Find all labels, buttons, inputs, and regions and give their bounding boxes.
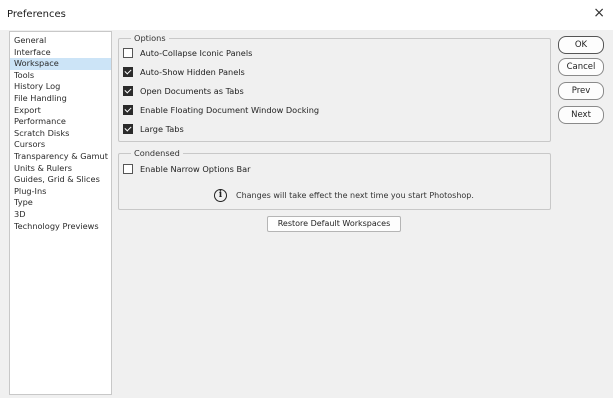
prev-button[interactable]: Prev bbox=[558, 82, 604, 100]
sidebar-item-scratch-disks[interactable]: Scratch Disks bbox=[10, 128, 111, 140]
sidebar-item-type[interactable]: Type bbox=[10, 197, 111, 209]
checkbox[interactable] bbox=[123, 105, 133, 115]
sidebar-item-3d[interactable]: 3D bbox=[10, 209, 111, 221]
sidebar-item-plug-ins[interactable]: Plug-Ins bbox=[10, 186, 111, 198]
option-label: Enable Narrow Options Bar bbox=[140, 164, 251, 174]
sidebar-item-technology-previews[interactable]: Technology Previews bbox=[10, 221, 111, 233]
option-auto-collapse-iconic-panels[interactable]: Auto-Collapse Iconic Panels bbox=[123, 47, 252, 59]
sidebar-item-file-handling[interactable]: File Handling bbox=[10, 93, 111, 105]
checkbox[interactable] bbox=[123, 164, 133, 174]
sidebar-item-general[interactable]: General bbox=[10, 35, 111, 47]
option-label: Large Tabs bbox=[140, 124, 184, 134]
sidebar-item-cursors[interactable]: Cursors bbox=[10, 139, 111, 151]
option-auto-show-hidden-panels[interactable]: Auto-Show Hidden Panels bbox=[123, 66, 245, 78]
sidebar-item-transparency-gamut[interactable]: Transparency & Gamut bbox=[10, 151, 111, 163]
restart-notice: i Changes will take effect the next time… bbox=[214, 187, 474, 203]
option-enable-narrow-options-bar[interactable]: Enable Narrow Options Bar bbox=[123, 163, 251, 175]
condensed-group: Condensed Enable Narrow Options Bar i Ch… bbox=[118, 148, 551, 210]
restore-default-workspaces-button[interactable]: Restore Default Workspaces bbox=[267, 216, 401, 232]
option-label: Enable Floating Document Window Docking bbox=[140, 105, 320, 115]
sidebar-item-guides-grid-slices[interactable]: Guides, Grid & Slices bbox=[10, 174, 111, 186]
condensed-group-label: Condensed bbox=[131, 148, 183, 159]
checkbox[interactable] bbox=[123, 124, 133, 134]
checkbox[interactable] bbox=[123, 48, 133, 58]
sidebar-item-units-rulers[interactable]: Units & Rulers bbox=[10, 163, 111, 175]
sidebar-item-history-log[interactable]: History Log bbox=[10, 81, 111, 93]
next-button[interactable]: Next bbox=[558, 106, 604, 124]
close-icon[interactable]: × bbox=[593, 6, 605, 20]
ok-button[interactable]: OK bbox=[558, 36, 604, 54]
checkbox[interactable] bbox=[123, 67, 133, 77]
sidebar-item-workspace[interactable]: Workspace bbox=[10, 58, 111, 70]
options-group: Options Auto-Collapse Iconic Panels Auto… bbox=[118, 33, 551, 142]
checkbox[interactable] bbox=[123, 86, 133, 96]
restart-notice-text: Changes will take effect the next time y… bbox=[236, 190, 474, 200]
option-large-tabs[interactable]: Large Tabs bbox=[123, 123, 184, 135]
info-icon: i bbox=[214, 188, 227, 202]
cancel-button[interactable]: Cancel bbox=[558, 58, 604, 76]
option-label: Open Documents as Tabs bbox=[140, 86, 244, 96]
option-open-documents-as-tabs[interactable]: Open Documents as Tabs bbox=[123, 85, 244, 97]
option-enable-floating-document-window-docking[interactable]: Enable Floating Document Window Docking bbox=[123, 104, 319, 116]
sidebar-item-tools[interactable]: Tools bbox=[10, 70, 111, 82]
options-group-label: Options bbox=[131, 33, 169, 44]
title-bar: Preferences × bbox=[0, 0, 613, 30]
sidebar-item-export[interactable]: Export bbox=[10, 105, 111, 117]
option-label: Auto-Show Hidden Panels bbox=[140, 67, 245, 77]
option-label: Auto-Collapse Iconic Panels bbox=[140, 48, 253, 58]
sidebar-item-interface[interactable]: Interface bbox=[10, 47, 111, 59]
window-title: Preferences bbox=[7, 9, 66, 20]
category-list: General Interface Workspace Tools Histor… bbox=[9, 31, 112, 395]
sidebar-item-performance[interactable]: Performance bbox=[10, 116, 111, 128]
